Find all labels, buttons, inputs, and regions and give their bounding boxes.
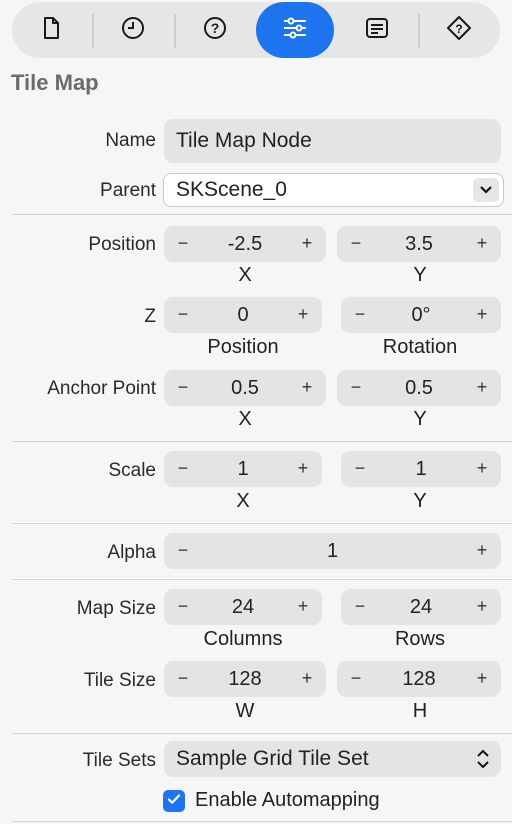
divider [12, 733, 512, 734]
increment-button[interactable]: + [467, 533, 497, 569]
svg-text:?: ? [455, 22, 462, 36]
anchor-x-stepper[interactable]: − 0.5 + [164, 370, 326, 406]
alpha-stepper[interactable]: − 1 + [164, 533, 501, 569]
z-position-stepper[interactable]: − 0 + [164, 297, 322, 333]
position-y-stepper[interactable]: − 3.5 + [337, 226, 501, 262]
decrement-button[interactable]: − [168, 589, 198, 625]
parent-value: SKScene_0 [176, 178, 287, 201]
parent-popup[interactable]: SKScene_0 [163, 173, 504, 207]
history-inspector-tab[interactable] [94, 2, 172, 58]
increment-button[interactable]: + [467, 661, 497, 697]
name-field[interactable]: Tile Map Node [164, 119, 501, 163]
tile-sets-label: Tile Sets [82, 750, 156, 771]
file-icon [38, 15, 64, 46]
increment-button[interactable]: + [292, 661, 322, 697]
anchor-y-stepper[interactable]: − 0.5 + [337, 370, 501, 406]
z-rotation-stepper[interactable]: − 0° + [341, 297, 501, 333]
anchor-x-caption: X [238, 408, 252, 430]
divider [12, 523, 512, 524]
clock-icon [120, 15, 146, 46]
scale-label: Scale [108, 460, 156, 481]
decrement-button[interactable]: − [168, 370, 198, 406]
decrement-button[interactable]: − [168, 451, 198, 487]
decrement-button[interactable]: − [341, 370, 371, 406]
help-inspector-tab[interactable]: ? [176, 2, 254, 58]
decrement-button[interactable]: − [168, 533, 198, 569]
tile-sets-value: Sample Grid Tile Set [176, 747, 369, 770]
attributes-icon [364, 15, 390, 46]
z-rotation-caption: Rotation [382, 336, 458, 358]
file-inspector-tab[interactable] [12, 2, 90, 58]
tile-width-caption: W [235, 700, 255, 722]
divider [12, 579, 512, 580]
position-x-stepper[interactable]: − -2.5 + [164, 226, 326, 262]
increment-button[interactable]: + [467, 297, 497, 333]
z-position-caption: Position [207, 336, 279, 358]
tile-width-stepper[interactable]: − 128 + [164, 661, 326, 697]
increment-button[interactable]: + [467, 226, 497, 262]
increment-button[interactable]: + [288, 589, 318, 625]
map-columns-caption: Columns [203, 628, 283, 650]
decrement-button[interactable]: − [341, 661, 371, 697]
checkmark-icon [166, 791, 182, 812]
increment-button[interactable]: + [467, 370, 497, 406]
increment-button[interactable]: + [288, 297, 318, 333]
tile-height-caption: H [412, 700, 428, 722]
scale-y-caption: Y [413, 490, 427, 512]
parent-label: Parent [100, 180, 156, 201]
enable-automapping-checkbox[interactable] [163, 790, 185, 812]
help-icon: ? [202, 15, 228, 46]
svg-text:?: ? [211, 20, 220, 36]
map-columns-stepper[interactable]: − 24 + [164, 589, 322, 625]
alpha-label: Alpha [107, 542, 156, 563]
increment-button[interactable]: + [292, 370, 322, 406]
alpha-value: 1 [326, 540, 339, 562]
scale-y-stepper[interactable]: − 1 + [341, 451, 501, 487]
map-rows-caption: Rows [394, 628, 445, 650]
sliders-icon [282, 15, 308, 46]
scale-x-caption: X [236, 490, 250, 512]
increment-button[interactable]: + [467, 589, 497, 625]
divider [12, 441, 512, 442]
divider [12, 821, 512, 822]
diamond-icon: ? [446, 15, 472, 46]
divider [12, 214, 512, 215]
decrement-button[interactable]: − [341, 226, 371, 262]
up-down-chevron-icon [475, 747, 491, 771]
map-size-label: Map Size [76, 598, 156, 619]
inspector-toolbar: ? ? [12, 2, 500, 58]
map-rows-stepper[interactable]: − 24 + [341, 589, 501, 625]
name-label: Name [105, 130, 156, 151]
decrement-button[interactable]: − [345, 589, 375, 625]
position-x-caption: X [238, 264, 252, 286]
position-y-caption: Y [413, 264, 427, 286]
decrement-button[interactable]: − [345, 451, 375, 487]
tile-height-stepper[interactable]: − 128 + [337, 661, 501, 697]
position-label: Position [88, 234, 156, 255]
anchor-point-label: Anchor Point [47, 378, 156, 399]
decrement-button[interactable]: − [168, 226, 198, 262]
scale-x-stepper[interactable]: − 1 + [164, 451, 322, 487]
section-title: Tile Map [11, 70, 99, 95]
size-inspector-tab[interactable] [338, 2, 416, 58]
increment-button[interactable]: + [292, 226, 322, 262]
decrement-button[interactable]: − [345, 297, 375, 333]
increment-button[interactable]: + [288, 451, 318, 487]
increment-button[interactable]: + [467, 451, 497, 487]
tile-size-label: Tile Size [83, 670, 156, 691]
enable-automapping-label: Enable Automapping [195, 789, 380, 811]
decrement-button[interactable]: − [168, 661, 198, 697]
decrement-button[interactable]: − [168, 297, 198, 333]
chevron-down-icon [473, 178, 499, 202]
anchor-y-caption: Y [413, 408, 427, 430]
tile-sets-popup[interactable]: Sample Grid Tile Set [164, 741, 501, 777]
object-inspector-tab[interactable]: ? [420, 2, 498, 58]
attributes-inspector-tab[interactable] [256, 2, 334, 58]
z-label: Z [144, 306, 156, 327]
